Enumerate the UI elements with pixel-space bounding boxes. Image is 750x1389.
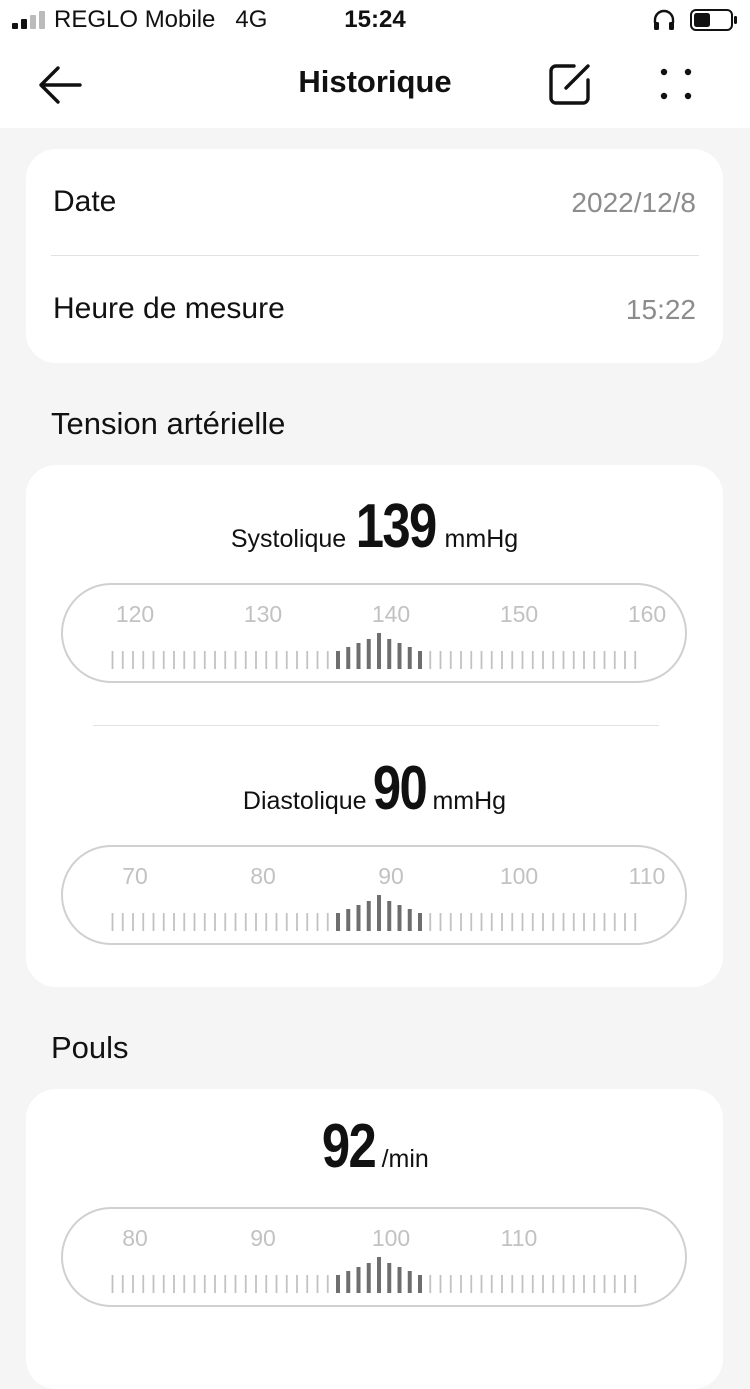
systolic-scale-slider[interactable]: 120 130 140 150 160 xyxy=(61,583,687,683)
diastolic-scale-ruler: 70 80 90 100 110 xyxy=(111,863,666,931)
diastolic-value: 90 xyxy=(372,754,428,823)
pulse-card: 92 /min 708090100110 xyxy=(26,1089,723,1389)
scale-tick-label: 110 xyxy=(501,1225,538,1251)
scale-tick-label: 90 xyxy=(250,1225,276,1251)
diastolic-unit: mmHg xyxy=(432,787,507,815)
scale-tick-label: 130 xyxy=(244,601,282,627)
pulse-reading: 92 /min xyxy=(26,1111,723,1182)
measurement-info-card: Date 2022/12/8 Heure de mesure 15:22 xyxy=(26,149,723,363)
systolic-reading: Systolique 139 mmHg xyxy=(26,491,723,562)
status-bar: REGLO Mobile 4G 15:24 xyxy=(0,0,750,40)
date-label: Date xyxy=(53,185,117,218)
scale-tick-label: 160 xyxy=(628,601,666,627)
section-divider xyxy=(93,725,659,726)
blood-pressure-section-title: Tension artérielle xyxy=(51,406,286,441)
battery-icon xyxy=(690,9,737,31)
scale-tick-label: 110 xyxy=(629,863,666,889)
scale-tick-label: 100 xyxy=(372,1225,410,1251)
navigation-bar: Historique xyxy=(0,40,750,128)
page-title: Historique xyxy=(298,64,452,99)
systolic-unit: mmHg xyxy=(444,525,519,553)
diastolic-reading: Diastolique 90 mmHg xyxy=(26,753,723,824)
scale-tick-label: 140 xyxy=(372,601,410,627)
scale-tick-label: 100 xyxy=(500,863,538,889)
pulse-value: 92 xyxy=(322,1112,377,1181)
measurement-time-row: Heure de mesure 15:22 xyxy=(53,256,696,362)
pulse-section-title: Pouls xyxy=(51,1030,129,1065)
systolic-scale-ruler: 120 130 140 150 160 xyxy=(111,601,666,669)
measurement-time-label: Heure de mesure xyxy=(53,292,285,325)
measurement-time-value: 15:22 xyxy=(625,294,696,325)
pulse-scale-slider[interactable]: 708090100110 xyxy=(61,1207,687,1307)
status-time: 15:24 xyxy=(344,6,406,33)
date-value: 2022/12/8 xyxy=(571,187,696,218)
headphones-icon xyxy=(653,9,675,30)
scale-tick-label: 150 xyxy=(500,601,538,627)
scale-tick-label: 80 xyxy=(250,863,276,889)
systolic-value: 139 xyxy=(355,492,437,561)
scale-tick-label: 120 xyxy=(116,601,154,627)
pulse-scale-ruler: 708090100110 xyxy=(111,1225,637,1293)
blood-pressure-card: Systolique 139 mmHg 120 130 140 150 160 Dias… xyxy=(26,465,723,987)
scale-tick-label: 90 xyxy=(378,863,404,889)
date-row: Date 2022/12/8 xyxy=(53,149,696,255)
scale-tick-label: 70 xyxy=(122,863,148,889)
scale-tick-label: 80 xyxy=(122,1225,148,1251)
systolic-label: Systolique xyxy=(230,525,347,553)
diastolic-label: Diastolique xyxy=(242,787,367,815)
more-options-icon[interactable] xyxy=(650,60,698,108)
pulse-unit: /min xyxy=(381,1145,429,1173)
edit-icon[interactable] xyxy=(546,60,594,108)
diastolic-scale-slider[interactable]: 70 80 90 100 110 xyxy=(61,845,687,945)
